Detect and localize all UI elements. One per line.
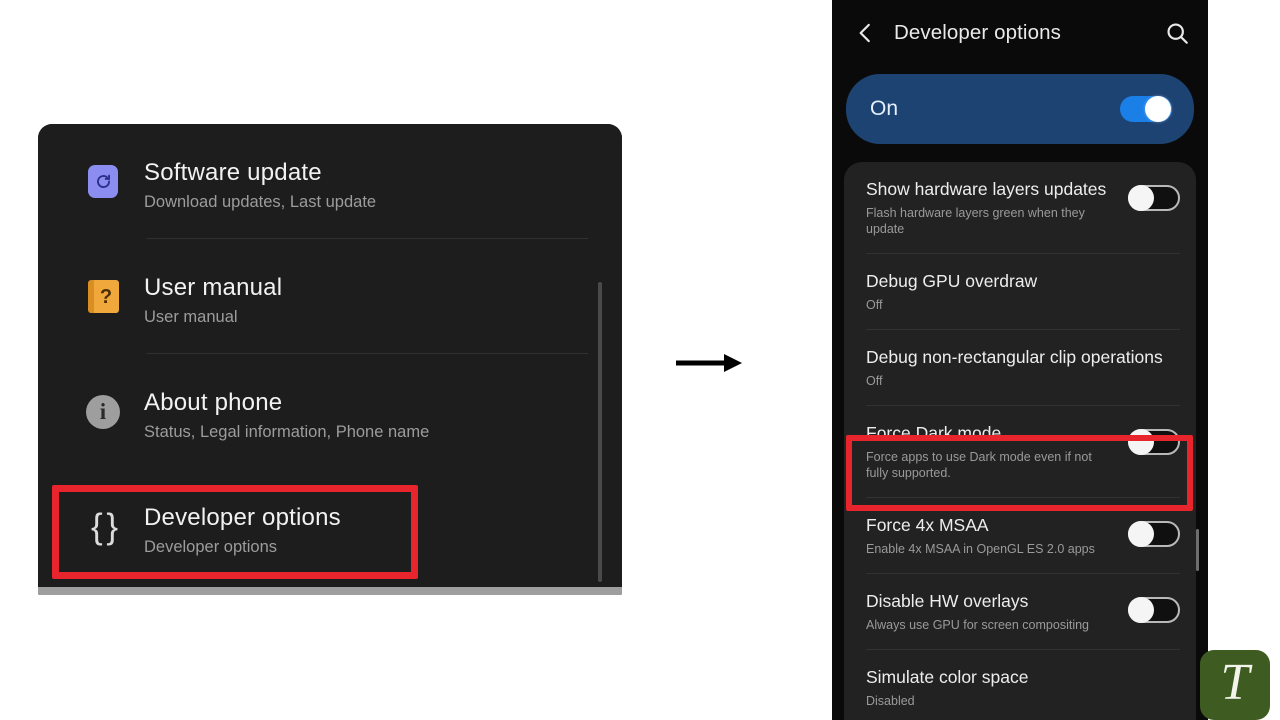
settings-row-text: Developer options Developer options [126,469,341,558]
settings-row-subtitle: Developer options [144,538,277,557]
settings-row-developer-options[interactable]: { } Developer options Developer options [38,469,622,584]
settings-row-about-phone[interactable]: i About phone Status, Legal information,… [38,354,622,469]
option-subtitle: Always use GPU for screen compositing [866,617,1090,632]
master-switch-label: On [870,97,899,120]
settings-row-text: About phone Status, Legal information, P… [126,354,429,443]
developer-options-panel: Developer options On Show hardware layer… [832,0,1208,720]
flow-arrow-icon [676,352,742,374]
developer-options-scrollbar[interactable] [1196,529,1199,571]
settings-list-scrollbar[interactable] [598,282,602,582]
option-title: Simulate color space [866,667,1029,688]
option-toggle-wrap [1128,521,1180,548]
option-subtitle: Off [866,373,883,388]
option-title: Disable HW overlays [866,591,1029,612]
developer-options-master-switch-card[interactable]: On [846,74,1194,144]
option-text: Debug GPU overdraw Off [866,271,1180,313]
settings-row-title: User manual [144,274,283,301]
settings-row-title: About phone [144,389,283,416]
option-toggle[interactable] [1128,429,1180,456]
option-title: Debug GPU overdraw [866,271,1038,292]
option-toggle-wrap [1128,429,1180,456]
settings-row-user-manual[interactable]: ? User manual User manual [38,239,622,354]
option-row-force-dark-mode[interactable]: Force Dark mode Force apps to use Dark m… [844,406,1196,499]
option-text: Disable HW overlays Always use GPU for s… [866,591,1128,633]
developer-options-header: Developer options [832,0,1208,66]
option-subtitle: Disabled [866,693,915,708]
user-manual-icon: ? [80,239,126,354]
settings-row-software-update[interactable]: Software update Download updates, Last u… [38,124,622,239]
option-title: Force 4x MSAA [866,515,989,536]
developer-options-braces-icon: { } [90,507,118,546]
about-phone-info-icon: i [80,354,126,469]
back-chevron-icon[interactable] [852,20,878,46]
option-toggle-wrap [1128,597,1180,624]
page-title: Developer options [894,21,1061,44]
option-subtitle: Force apps to use Dark mode even if not … [866,449,1092,480]
settings-row-subtitle: Download updates, Last update [144,193,377,212]
option-text: Force 4x MSAA Enable 4x MSAA in OpenGL E… [866,515,1128,557]
option-title: Force Dark mode [866,423,1002,444]
settings-row-subtitle: User manual [144,308,238,327]
option-toggle[interactable] [1128,597,1180,624]
option-subtitle: Off [866,297,883,312]
site-logo: T [1200,650,1270,720]
option-row-simulate-color-space[interactable]: Simulate color space Disabled [844,650,1196,720]
option-toggle[interactable] [1128,185,1180,211]
option-toggle-wrap [1128,185,1180,211]
option-subtitle: Flash hardware layers green when they up… [866,205,1085,236]
master-switch-toggle[interactable] [1120,96,1172,122]
settings-row-title: Developer options [144,504,341,531]
option-title: Show hardware layers updates [866,179,1107,199]
settings-row-title: Software update [144,159,322,186]
screenshot-stage: Software update Download updates, Last u… [0,0,1280,720]
option-text: Show hardware layers updates Flash hardw… [866,179,1128,237]
software-update-icon [80,124,126,239]
option-row-disable-hw-overlays[interactable]: Disable HW overlays Always use GPU for s… [844,574,1196,651]
settings-list-surface: Software update Download updates, Last u… [38,124,622,587]
option-text: Simulate color space Disabled [866,667,1180,709]
option-row-debug-non-rectangular-clip-operations[interactable]: Debug non-rectangular clip operations Of… [844,330,1196,407]
settings-row-text: User manual User manual [126,239,282,328]
developer-options-list: Show hardware layers updates Flash hardw… [844,162,1196,720]
logo-letter: T [1220,654,1250,711]
settings-list-panel: Software update Download updates, Last u… [38,124,622,595]
option-subtitle: Enable 4x MSAA in OpenGL ES 2.0 apps [866,541,1095,556]
option-text: Debug non-rectangular clip operations Of… [866,347,1180,389]
option-row-show-hardware-layers-updates[interactable]: Show hardware layers updates Flash hardw… [844,162,1196,255]
panel-bottom-bar [38,587,622,595]
option-toggle[interactable] [1128,521,1180,548]
settings-row-subtitle: Status, Legal information, Phone name [144,423,430,442]
settings-row-text: Software update Download updates, Last u… [126,124,376,213]
option-title: Debug non-rectangular clip operations [866,347,1163,368]
option-row-force-4x-msaa[interactable]: Force 4x MSAA Enable 4x MSAA in OpenGL E… [844,498,1196,575]
option-row-debug-gpu-overdraw[interactable]: Debug GPU overdraw Off [844,254,1196,331]
search-icon[interactable] [1164,20,1190,46]
option-text: Force Dark mode Force apps to use Dark m… [866,423,1128,481]
